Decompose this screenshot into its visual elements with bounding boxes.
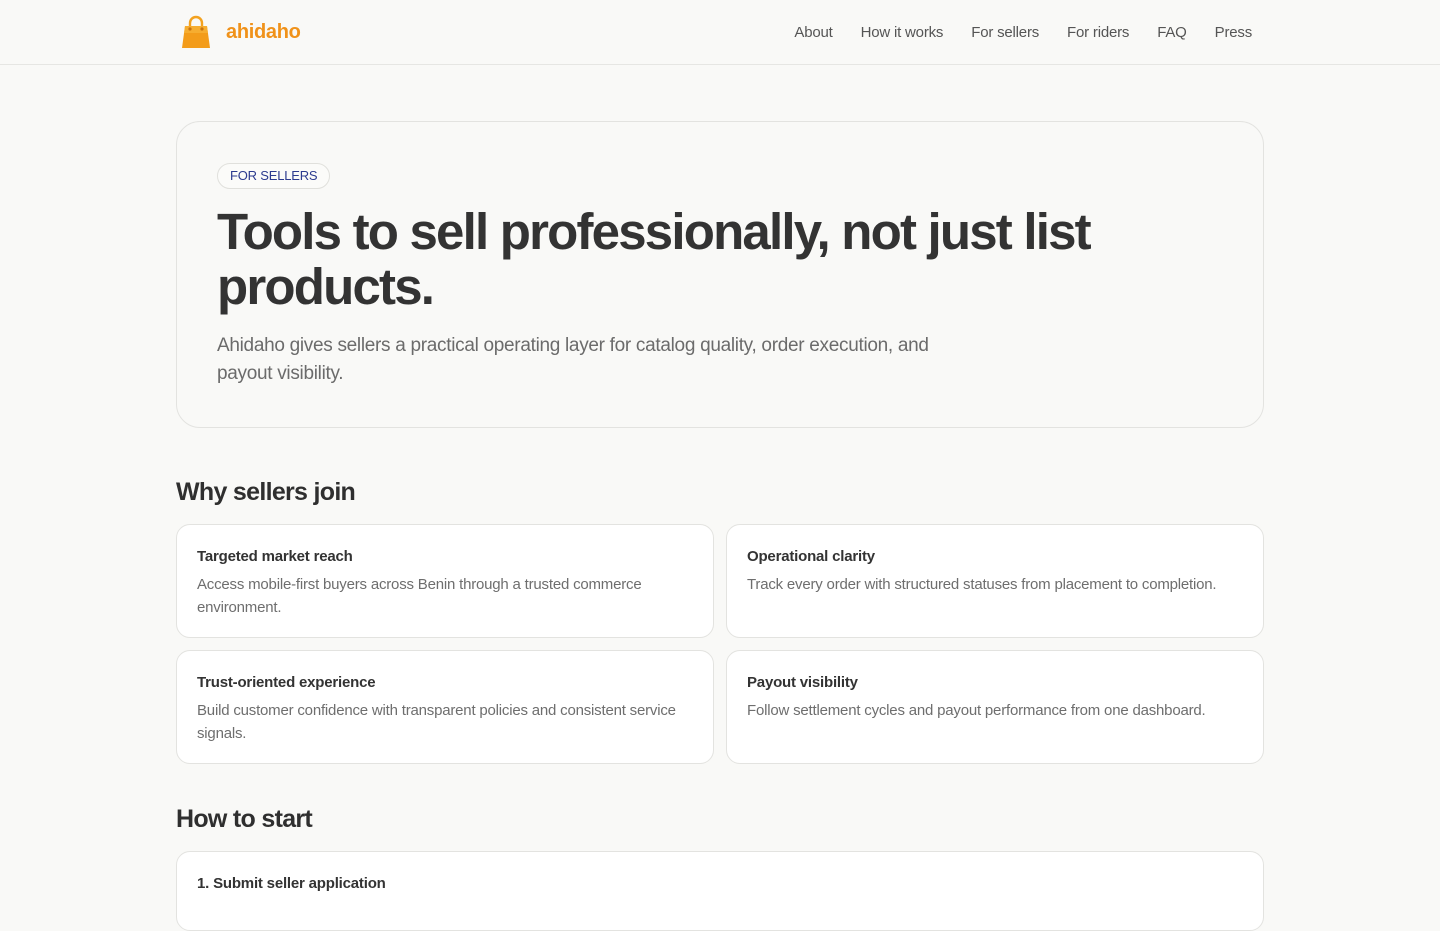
benefit-card-text: Build customer confidence with transpare… — [197, 702, 676, 742]
how-to-start-heading: How to start — [176, 805, 313, 833]
step-card: 1. Submit seller application — [176, 851, 1264, 931]
top-navigation-bar: ahidaho About How it works For sellers F… — [0, 0, 1440, 65]
benefit-card: Payout visibility Follow settlement cycl… — [726, 650, 1264, 764]
hero-title: Tools to sell professionally, not just l… — [217, 203, 1092, 315]
benefit-card-title: Payout visibility — [747, 674, 858, 691]
why-sellers-heading: Why sellers join — [176, 478, 356, 506]
benefit-card-title: Targeted market reach — [197, 548, 353, 565]
benefit-card-title: Operational clarity — [747, 548, 875, 565]
nav-link-press[interactable]: Press — [1215, 24, 1253, 41]
nav-link-how-it-works[interactable]: How it works — [861, 24, 944, 41]
nav-link-for-riders[interactable]: For riders — [1067, 24, 1129, 41]
brand-name: ahidaho — [226, 21, 301, 43]
hero-subtitle: Ahidaho gives sellers a practical operat… — [217, 335, 929, 384]
benefit-card-text: Follow settlement cycles and payout perf… — [747, 702, 1206, 719]
benefit-card-title: Trust-oriented experience — [197, 674, 376, 691]
step-card-title: 1. Submit seller application — [197, 875, 386, 892]
nav-link-faq[interactable]: FAQ — [1157, 24, 1187, 41]
benefit-card-text: Track every order with structured status… — [747, 576, 1217, 593]
benefit-card: Trust-oriented experience Build customer… — [176, 650, 714, 764]
benefit-card: Targeted market reach Access mobile-firs… — [176, 524, 714, 638]
nav-link-about[interactable]: About — [794, 24, 832, 41]
shopping-bag-icon — [182, 15, 210, 48]
nav-link-for-sellers[interactable]: For sellers — [971, 24, 1039, 41]
brand-home-link[interactable]: ahidaho — [180, 15, 301, 49]
main-nav: About How it works For sellers For rider… — [794, 0, 1252, 65]
section-tag: FOR SELLERS — [217, 163, 331, 189]
benefit-card: Operational clarity Track every order wi… — [726, 524, 1264, 638]
hero-card: FOR SELLERS Tools to sell professionally… — [176, 121, 1264, 428]
benefit-card-text: Access mobile-first buyers across Benin … — [197, 576, 642, 616]
